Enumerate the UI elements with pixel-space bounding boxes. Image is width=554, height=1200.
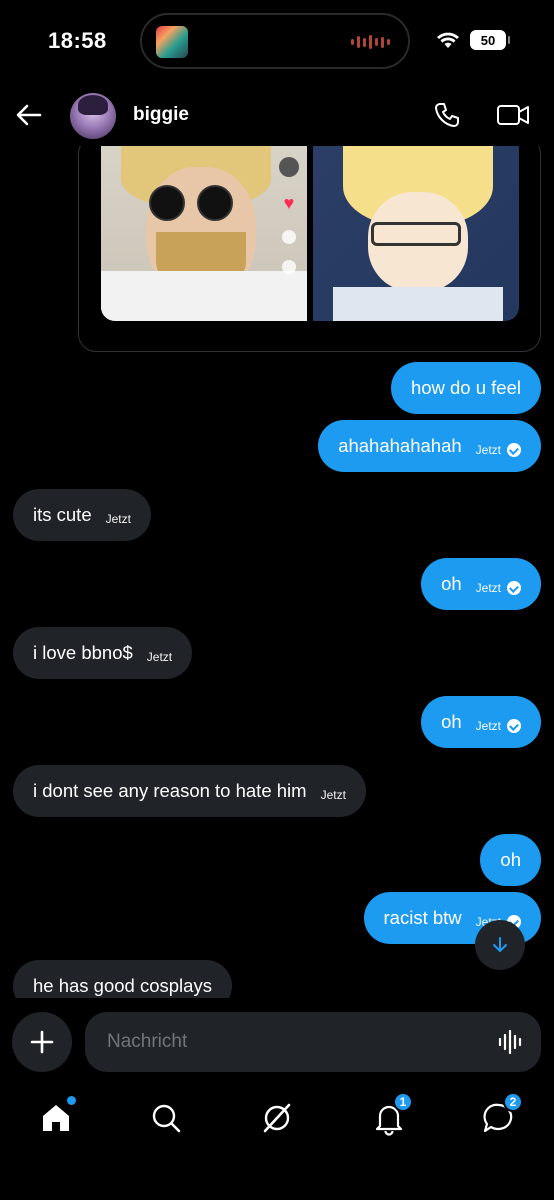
read-check-icon: [507, 581, 521, 595]
message-text: its cute: [33, 504, 92, 525]
home-icon: [43, 1105, 69, 1131]
heart-icon: ♥: [283, 193, 295, 213]
read-check-icon: [507, 719, 521, 733]
search-icon: [152, 1104, 181, 1133]
scroll-to-bottom-button[interactable]: [475, 920, 525, 970]
nav-notifications[interactable]: 1: [371, 1092, 413, 1136]
conversation-header: biggie: [0, 84, 554, 146]
message-input[interactable]: [107, 1012, 487, 1072]
bookmark-icon: [282, 260, 296, 274]
message-bubble-outgoing[interactable]: ahahahahahah Jetzt: [318, 420, 541, 472]
add-attachment-button[interactable]: [12, 1012, 72, 1072]
message-bubble-incoming[interactable]: i dont see any reason to hate him Jetzt: [13, 765, 366, 817]
message-text: ahahahahahah: [338, 435, 462, 456]
message-text: oh: [500, 849, 521, 870]
message-thread[interactable]: ♥ how do u feel ahahahahahah Jetzt its c…: [0, 146, 554, 998]
message-timestamp: Jetzt: [146, 650, 173, 664]
message-bubble-outgoing[interactable]: oh Jetzt: [421, 558, 541, 610]
message-bubble-outgoing[interactable]: oh Jetzt: [421, 696, 541, 748]
message-timestamp: Jetzt: [475, 719, 501, 733]
message-timestamp: Jetzt: [475, 581, 501, 595]
arrow-down-icon: [493, 937, 507, 952]
message-composer: [0, 1012, 554, 1074]
phone-icon[interactable]: [432, 100, 462, 130]
nav-grok[interactable]: [259, 1100, 295, 1136]
message-field[interactable]: [85, 1012, 541, 1072]
creator-avatar: [279, 157, 299, 177]
status-time: 18:58: [48, 28, 107, 53]
nav-search[interactable]: [148, 1100, 184, 1136]
message-bubble-outgoing[interactable]: oh: [480, 834, 541, 886]
video-camera-icon[interactable]: [496, 100, 530, 130]
audio-wave-icon: [351, 35, 390, 49]
contact-name[interactable]: biggie: [133, 104, 189, 126]
message-text: i love bbno$: [33, 642, 133, 663]
message-timestamp: Jetzt: [320, 788, 346, 802]
battery-indicator: 50: [470, 30, 510, 50]
read-check-icon: [507, 443, 521, 457]
message-bubble-outgoing[interactable]: how do u feel: [390, 362, 541, 414]
comment-icon: [282, 230, 296, 244]
message-text: how do u feel: [410, 377, 521, 398]
voice-wave-icon[interactable]: [497, 1028, 525, 1056]
shared-media-card[interactable]: ♥: [78, 146, 541, 352]
status-bar: 18:58 50: [0, 0, 554, 84]
now-playing-artwork: [156, 26, 188, 58]
back-arrow-icon[interactable]: [14, 100, 44, 130]
contact-avatar[interactable]: [70, 93, 116, 139]
shared-image-left[interactable]: ♥: [101, 146, 307, 321]
dynamic-island[interactable]: [140, 13, 410, 69]
message-bubble-incoming[interactable]: he has good cosplays: [13, 960, 232, 998]
message-timestamp: Jetzt: [105, 512, 131, 526]
message-text: racist btw: [383, 907, 462, 928]
message-timestamp: Jetzt: [475, 443, 501, 457]
message-text: he has good cosplays: [33, 975, 212, 996]
messages-badge: 2: [503, 1092, 523, 1112]
bottom-navigation: 1 2: [0, 1086, 554, 1150]
message-bubble-incoming[interactable]: i love bbno$ Jetzt: [13, 627, 193, 679]
message-text: i dont see any reason to hate him: [33, 780, 307, 801]
plus-icon: [30, 1030, 54, 1054]
message-bubble-incoming[interactable]: its cute Jetzt: [13, 489, 151, 541]
message-text: oh: [441, 573, 462, 594]
shared-image-right[interactable]: [313, 146, 519, 321]
nav-messages[interactable]: 2: [481, 1092, 523, 1136]
message-text: oh: [441, 711, 462, 732]
home-unread-dot: [67, 1096, 76, 1105]
status-indicators: 50: [436, 30, 510, 50]
video-side-actions: ♥: [279, 157, 299, 274]
notifications-badge: 1: [393, 1092, 413, 1112]
wifi-icon: [437, 32, 459, 48]
grok-icon: [263, 1103, 291, 1133]
nav-home[interactable]: [38, 1096, 76, 1136]
